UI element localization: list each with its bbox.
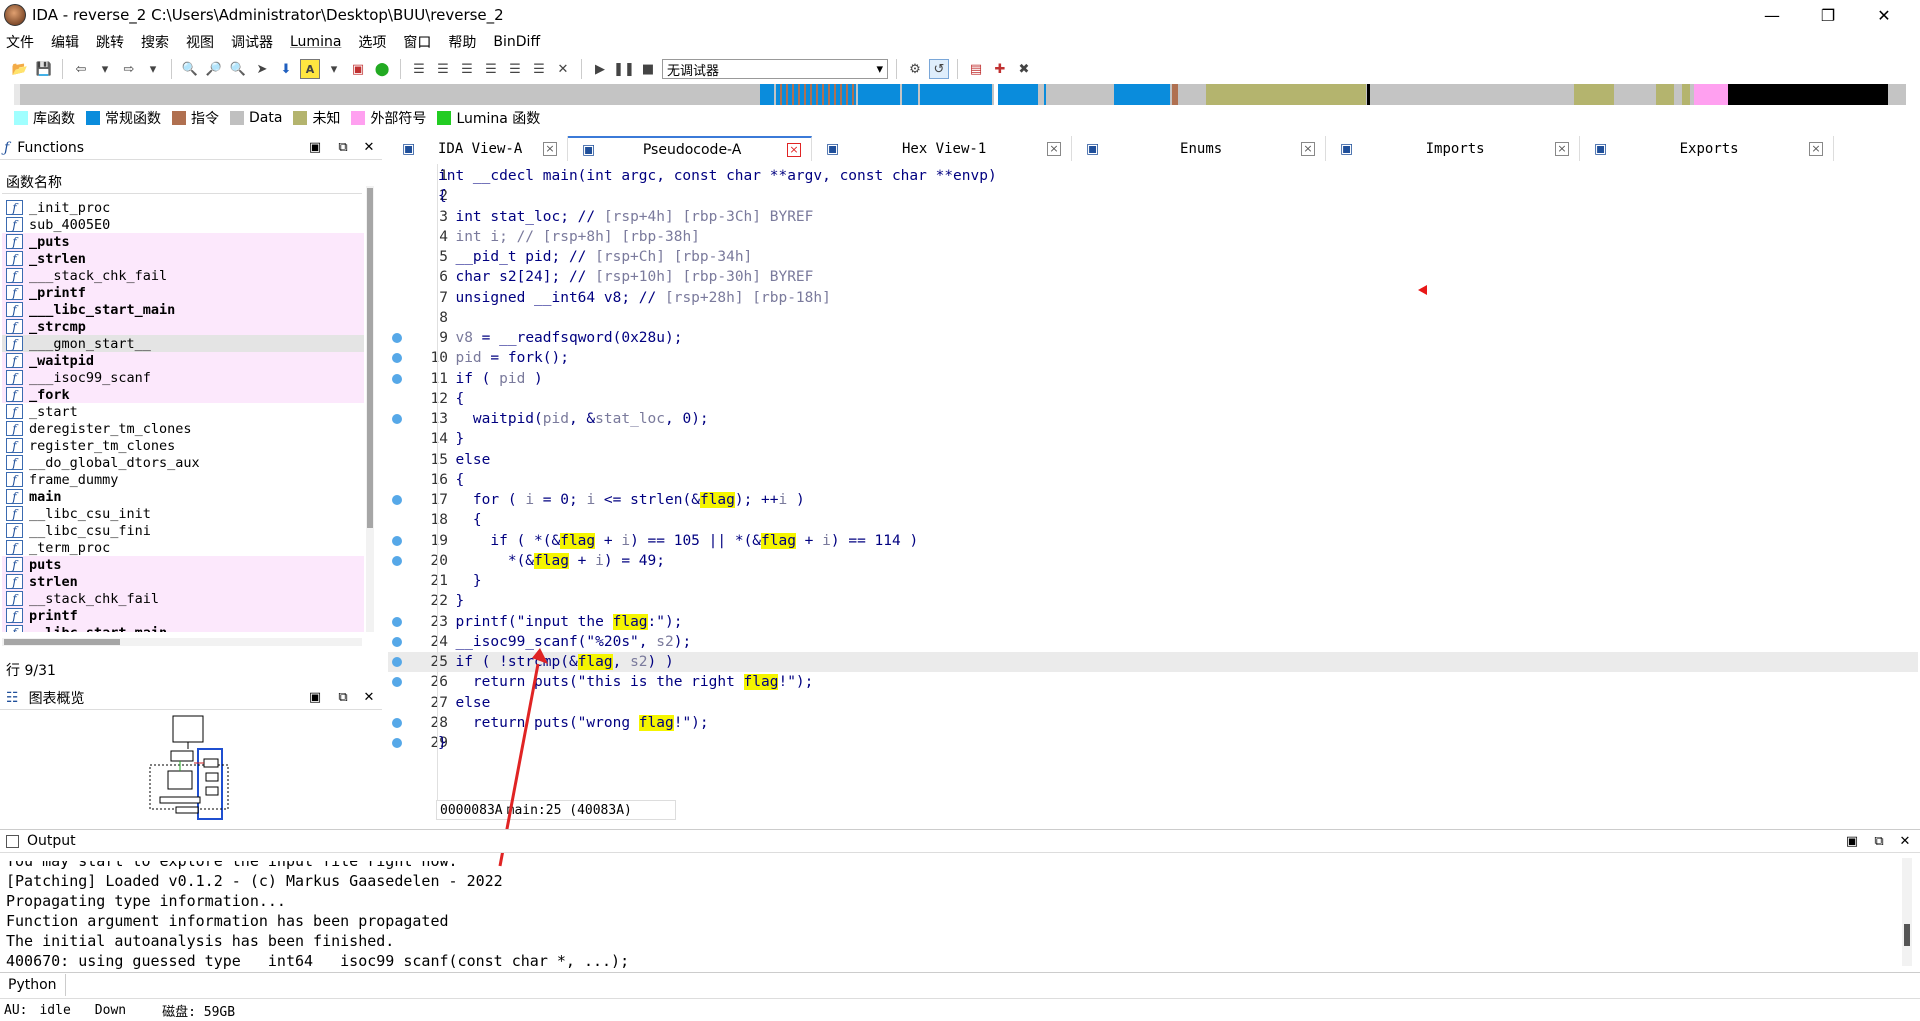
status-bar: AU: idle Down 磁盘: 59GB	[0, 998, 1920, 1021]
output-line: Propagating type information...	[6, 892, 286, 910]
output-float-icon[interactable]: ⧉	[1870, 833, 1888, 851]
direction-indicator: Down	[94, 1002, 127, 1018]
python-selector[interactable]: Python	[0, 973, 66, 996]
au-label: AU:	[4, 1002, 28, 1018]
output-line: 400670: using guessed type __int64 __iso…	[6, 952, 630, 969]
output-close-icon[interactable]: ✕	[1896, 833, 1914, 851]
output-icon	[6, 834, 19, 848]
output-panel-header: Output ▣ ⧉ ✕	[0, 829, 1920, 853]
output-line: [Patching] Loaded v0.1.2 - (c) Markus Ga…	[6, 872, 503, 890]
output-line: You may start to explore the input file …	[6, 861, 458, 870]
au-state: idle	[39, 1002, 71, 1018]
output-log[interactable]: You may start to explore the input file …	[6, 861, 1896, 969]
command-input[interactable]	[70, 975, 1920, 995]
output-scrollbar[interactable]	[1902, 858, 1912, 966]
command-bar: Python	[0, 972, 1920, 996]
disk-space: 磁盘: 59GB	[162, 1004, 236, 1020]
output-restore-icon[interactable]: ▣	[1843, 833, 1861, 851]
output-line: Function argument information has been p…	[6, 912, 449, 930]
output-line: The initial autoanalysis has been finish…	[6, 932, 395, 950]
output-panel-title: Output	[27, 833, 76, 849]
